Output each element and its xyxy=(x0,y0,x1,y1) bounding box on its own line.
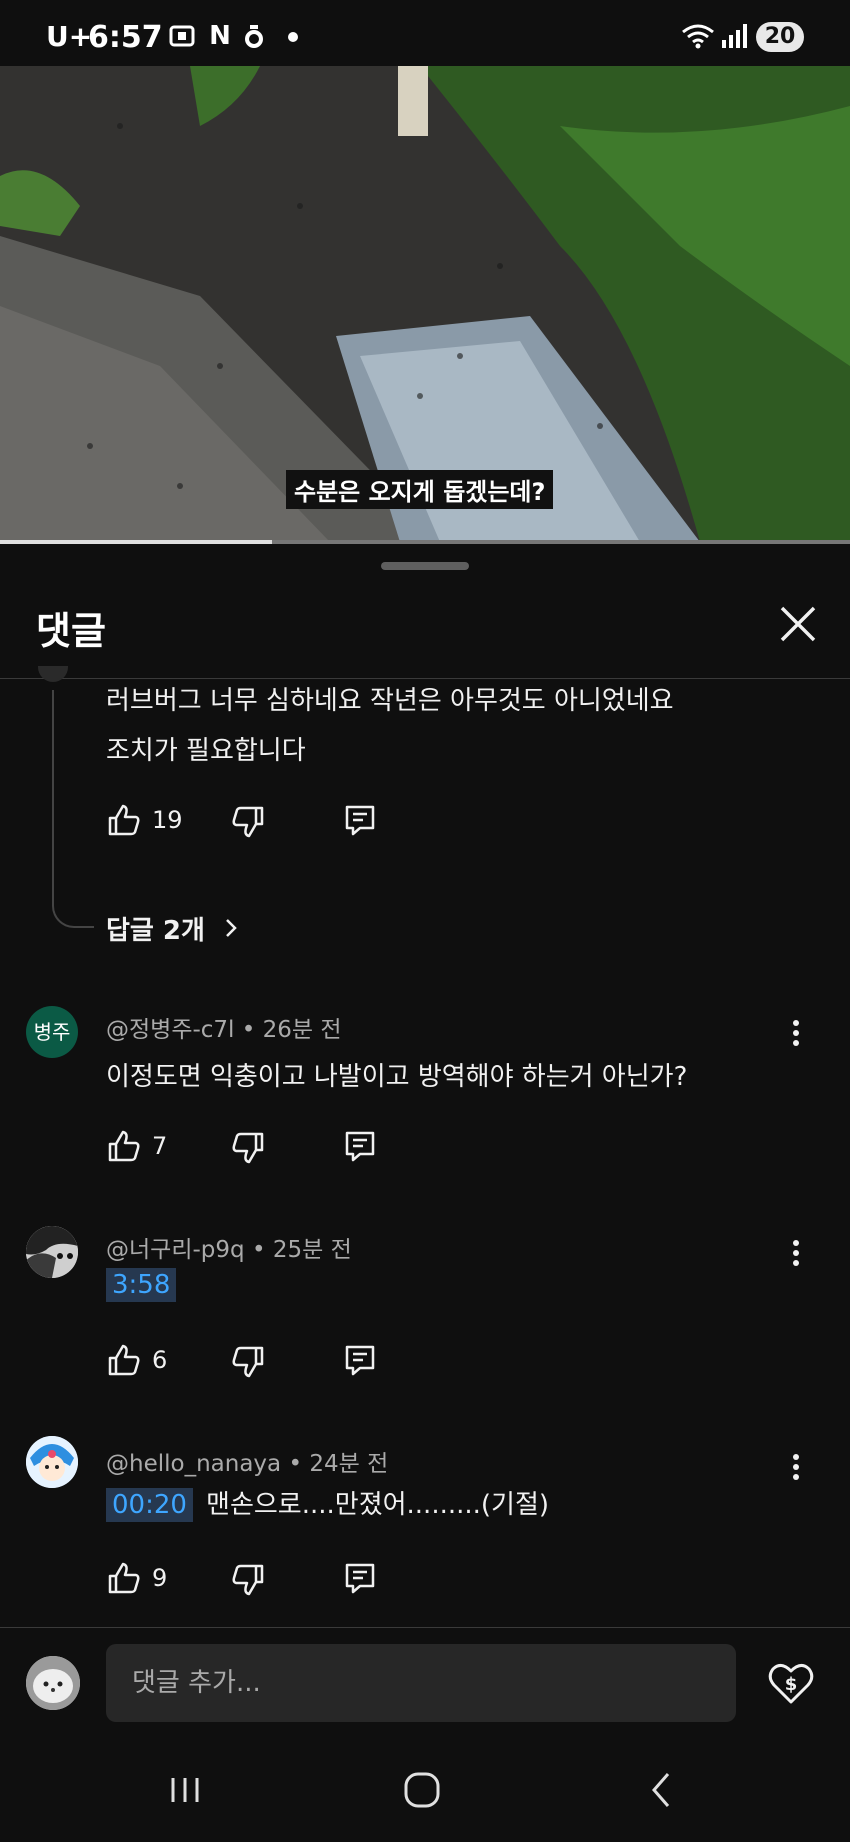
home-button[interactable] xyxy=(392,1760,452,1820)
reply-icon xyxy=(345,1131,375,1162)
notification-app-icon xyxy=(240,22,268,50)
like-count: 9 xyxy=(152,1564,168,1592)
super-thanks-button[interactable]: $ xyxy=(766,1658,816,1708)
comment-author[interactable]: @hello_nanaya xyxy=(106,1451,281,1477)
cartoon-avatar-image xyxy=(26,1436,78,1488)
comment-time: 25분 전 xyxy=(272,1237,352,1263)
like-button[interactable] xyxy=(106,1560,142,1596)
carrier-label: U+ xyxy=(46,20,93,53)
svg-text:$: $ xyxy=(785,1674,798,1695)
drag-handle[interactable] xyxy=(381,562,469,570)
reply-button[interactable] xyxy=(342,802,378,838)
back-icon xyxy=(652,1773,670,1807)
comment-text: 맨손으로....만졌어.........(기절) xyxy=(206,1490,550,1520)
back-button[interactable] xyxy=(632,1760,692,1820)
signal-icon xyxy=(718,22,748,50)
timestamp-link[interactable]: 00:20 xyxy=(106,1488,193,1522)
reply-icon xyxy=(345,1563,375,1594)
comment-author[interactable]: @정병주-c7l xyxy=(106,1017,234,1043)
like-count: 7 xyxy=(152,1132,168,1160)
close-button[interactable] xyxy=(774,600,822,648)
dislike-button[interactable] xyxy=(230,1562,266,1598)
seal-avatar-image xyxy=(26,1656,80,1710)
timestamp-link[interactable]: 3:58 xyxy=(106,1268,177,1302)
reply-button[interactable] xyxy=(342,1560,378,1596)
video-caption: 수분은 오지게 돕겠는데? xyxy=(286,470,554,509)
cat-avatar-image xyxy=(26,1226,78,1278)
comment-text-line2: 조치가 필요합니다 xyxy=(106,736,306,766)
heart-dollar-icon: $ xyxy=(768,1664,814,1704)
more-options-button[interactable] xyxy=(790,1446,802,1486)
dislike-button[interactable] xyxy=(230,1344,266,1380)
recents-button[interactable] xyxy=(155,1760,215,1820)
notification-letter-icon: N xyxy=(209,21,231,51)
comment-meta: @hello_nanaya • 24분 전 xyxy=(106,1451,389,1477)
screenshot-icon xyxy=(168,22,196,50)
like-button[interactable] xyxy=(106,802,142,838)
chevron-right-icon xyxy=(224,916,238,946)
thumbs-up-icon xyxy=(108,804,140,836)
comment-meta: @정병주-c7l • 26분 전 xyxy=(106,1017,342,1043)
user-avatar[interactable] xyxy=(26,1656,80,1710)
comment-time: 26분 전 xyxy=(262,1017,342,1043)
like-button[interactable] xyxy=(106,1342,142,1378)
reply-button[interactable] xyxy=(342,1128,378,1164)
comment-input[interactable] xyxy=(106,1644,736,1722)
thumbs-up-icon xyxy=(108,1562,140,1594)
comment-text: 러브버그 너무 심하네요 작년은 아무것도 아니었네요 xyxy=(106,686,674,716)
recents-icon xyxy=(171,1778,199,1802)
battery-indicator: 20 xyxy=(756,22,804,52)
comment-text: 이정도면 익충이고 나발이고 방역해야 하는거 아닌가? xyxy=(106,1062,688,1092)
dislike-button[interactable] xyxy=(230,1130,266,1166)
wifi-icon xyxy=(680,22,716,50)
comment-time: 24분 전 xyxy=(309,1451,389,1477)
more-options-button[interactable] xyxy=(790,1012,802,1052)
avatar[interactable] xyxy=(26,1226,78,1278)
comment-meta: @너구리-p9q • 25분 전 xyxy=(106,1237,352,1263)
thumbs-up-icon xyxy=(108,1344,140,1376)
dislike-button[interactable] xyxy=(230,804,266,840)
avatar[interactable] xyxy=(26,1436,78,1488)
thumbs-down-icon xyxy=(232,1346,264,1378)
close-icon xyxy=(780,606,816,642)
more-options-button[interactable] xyxy=(790,1232,802,1272)
view-replies-button[interactable]: 답글 2개 xyxy=(106,910,238,947)
header-divider xyxy=(0,678,850,679)
comments-title: 댓글 xyxy=(36,609,106,653)
reply-icon xyxy=(345,805,375,836)
thumbs-down-icon xyxy=(232,1564,264,1596)
reply-icon xyxy=(345,1345,375,1376)
replies-label: 답글 2개 xyxy=(106,916,205,946)
thumbs-down-icon xyxy=(232,1132,264,1164)
reply-button[interactable] xyxy=(342,1342,378,1378)
clock: 6:57 xyxy=(88,20,163,55)
more-notifications-dot xyxy=(288,32,298,42)
thread-line xyxy=(52,690,94,928)
comment-body: 00:20 맨손으로....만졌어.........(기절) xyxy=(106,1484,550,1522)
comment-author[interactable]: @너구리-p9q xyxy=(106,1237,245,1263)
home-icon xyxy=(404,1772,440,1808)
thumbs-down-icon xyxy=(232,806,264,838)
like-count: 6 xyxy=(152,1346,168,1374)
avatar[interactable]: 병주 xyxy=(26,1006,78,1058)
input-divider xyxy=(0,1627,850,1628)
like-count: 19 xyxy=(152,806,183,834)
thumbs-up-icon xyxy=(108,1130,140,1162)
like-button[interactable] xyxy=(106,1128,142,1164)
